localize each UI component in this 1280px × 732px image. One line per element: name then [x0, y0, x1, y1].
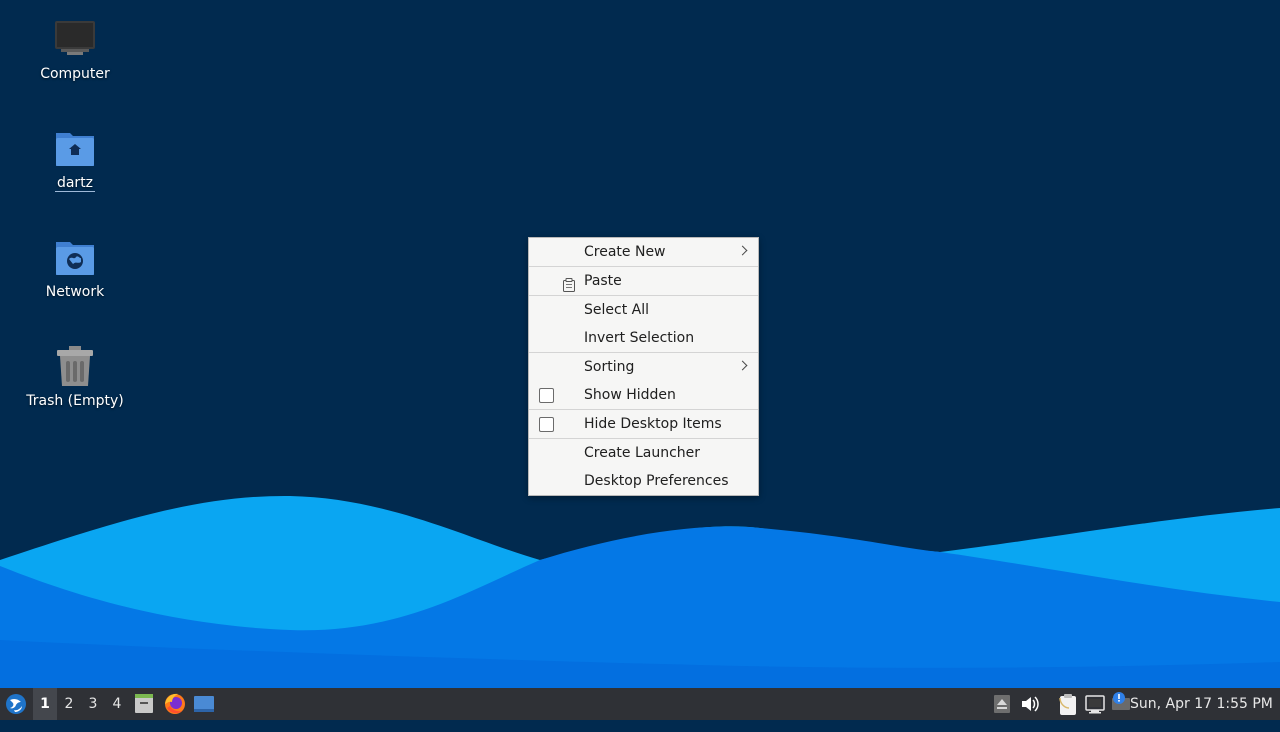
taskbar: 1 2 3 4 Sun, Apr 17 1:55 PM: [0, 688, 1280, 720]
menu-item-hide-desktop-items[interactable]: Hide Desktop Items: [529, 410, 758, 438]
monitor-icon: [53, 18, 97, 62]
workspace-2[interactable]: 2: [57, 688, 81, 720]
menu-item-show-hidden[interactable]: Show Hidden: [529, 381, 758, 409]
show-desktop-icon: [194, 696, 214, 712]
show-hidden-checkbox[interactable]: [539, 388, 554, 403]
notification-icon: [1112, 692, 1130, 710]
menu-item-sorting[interactable]: Sorting: [529, 353, 758, 381]
firefox-launcher[interactable]: [163, 688, 187, 720]
trash-icon: [53, 345, 97, 389]
menu-item-select-all[interactable]: Select All: [529, 296, 758, 324]
start-menu-icon: [6, 694, 26, 714]
workspace-4[interactable]: 4: [105, 688, 129, 720]
menu-item-label: Select All: [584, 302, 649, 318]
desktop[interactable]: Computer dartz Network Trash (Empty) Cre…: [0, 0, 1280, 688]
desktop-icon-network[interactable]: Network: [20, 236, 130, 300]
desktop-context-menu: Create New Paste Select All Invert Selec…: [528, 237, 759, 496]
chevron-right-icon: [737, 360, 748, 371]
menu-item-label: Paste: [584, 273, 622, 289]
desktop-icon-label: Network: [45, 284, 105, 300]
menu-item-create-launcher[interactable]: Create Launcher: [529, 439, 758, 467]
desktop-icon-label: Computer: [40, 66, 110, 82]
desktop-icon-trash[interactable]: Trash (Empty): [20, 345, 130, 409]
desktop-icon-label: Trash (Empty): [26, 393, 124, 409]
chevron-right-icon: [737, 245, 748, 256]
show-desktop-launcher[interactable]: [192, 688, 216, 720]
workspace-1[interactable]: 1: [33, 688, 57, 720]
network-monitor-icon: [1085, 695, 1105, 714]
menu-item-paste[interactable]: Paste: [529, 267, 758, 295]
menu-item-desktop-preferences[interactable]: Desktop Preferences: [529, 467, 758, 495]
desktop-icon-computer[interactable]: Computer: [20, 18, 130, 82]
workspace-3[interactable]: 3: [81, 688, 105, 720]
menu-item-label: Invert Selection: [584, 330, 695, 346]
menu-item-create-new[interactable]: Create New: [529, 238, 758, 266]
file-manager-launcher[interactable]: [133, 688, 155, 720]
menu-item-label: Create New: [584, 244, 666, 260]
hide-desktop-items-checkbox[interactable]: [539, 417, 554, 432]
volume-button[interactable]: [1019, 688, 1041, 720]
firefox-icon: [165, 693, 185, 714]
menu-item-label: Hide Desktop Items: [584, 416, 722, 432]
clock[interactable]: Sun, Apr 17 1:55 PM: [1130, 688, 1280, 720]
file-manager-icon: [135, 694, 153, 713]
home-folder-icon: [53, 127, 97, 171]
desktop-icon-home[interactable]: dartz: [20, 127, 130, 192]
eject-icon: [994, 695, 1010, 713]
menu-item-label: Desktop Preferences: [584, 473, 729, 489]
menu-item-label: Show Hidden: [584, 387, 676, 403]
eject-button[interactable]: [991, 688, 1013, 720]
menu-item-invert-selection[interactable]: Invert Selection: [529, 324, 758, 352]
network-monitor-button[interactable]: [1084, 688, 1106, 720]
menu-item-label: Sorting: [584, 359, 635, 375]
paste-icon: [562, 274, 576, 292]
clipboard-icon: [1059, 694, 1076, 715]
clipboard-button[interactable]: [1057, 688, 1079, 720]
network-folder-icon: [53, 236, 97, 280]
start-menu-button[interactable]: [2, 688, 30, 720]
notification-button[interactable]: [1110, 688, 1132, 720]
volume-icon: [1022, 696, 1039, 712]
desktop-icon-label: dartz: [54, 175, 96, 192]
menu-item-label: Create Launcher: [584, 445, 701, 461]
